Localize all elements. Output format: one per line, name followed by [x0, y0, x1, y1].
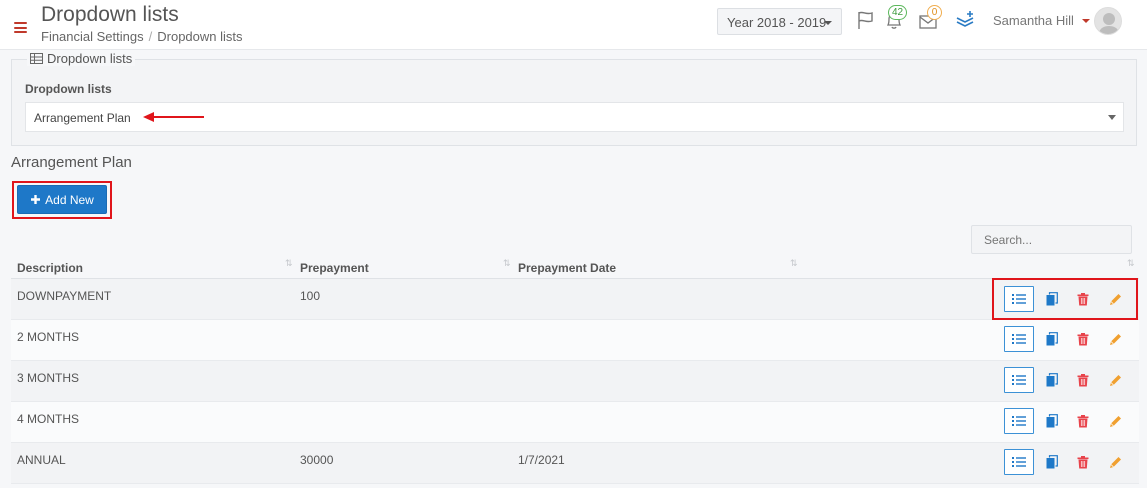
pencil-icon — [1109, 374, 1121, 386]
trash-icon — [1077, 332, 1089, 345]
table-row: 4 MONTHS — [11, 402, 1139, 443]
fieldset-legend: Dropdown lists — [27, 51, 136, 66]
copy-button[interactable] — [1041, 410, 1063, 432]
details-button[interactable] — [1004, 326, 1034, 352]
breadcrumb-separator: / — [148, 29, 153, 44]
page-title: Dropdown lists — [41, 3, 179, 26]
copy-icon — [1046, 414, 1058, 428]
notifications-badge: 42 — [888, 5, 908, 20]
delete-button[interactable] — [1072, 369, 1094, 391]
pencil-icon — [1109, 333, 1121, 345]
copy-button[interactable] — [1041, 328, 1063, 350]
edit-button[interactable] — [1104, 328, 1126, 350]
cell-description: ANNUAL — [17, 453, 66, 467]
user-name[interactable]: Samantha Hill — [993, 13, 1074, 28]
list-icon — [1012, 416, 1026, 426]
year-select[interactable]: Year 2018 - 2019 — [717, 8, 842, 35]
actions-highlight — [992, 278, 1138, 320]
details-button[interactable] — [1004, 367, 1034, 393]
copy-icon — [1046, 332, 1058, 346]
column-description[interactable]: Description — [17, 261, 83, 275]
legend-text: Dropdown lists — [47, 51, 133, 66]
cell-prepayment: 100 — [300, 289, 321, 303]
list-icon — [1012, 375, 1026, 385]
chevron-down-icon — [1108, 115, 1116, 120]
top-header: Dropdown lists Financial Settings / Dropdo… — [0, 0, 1147, 50]
edit-button[interactable] — [1104, 410, 1126, 432]
delete-button[interactable] — [1072, 328, 1094, 350]
avatar[interactable] — [1094, 7, 1122, 35]
copy-button[interactable] — [1041, 369, 1063, 391]
table-row: ANNUAL 30000 1/7/2021 — [11, 443, 1139, 484]
user-caret-icon[interactable] — [1082, 19, 1090, 23]
sort-icon[interactable]: ⇅ — [503, 258, 510, 269]
breadcrumb-financial-settings[interactable]: Financial Settings — [41, 29, 144, 44]
chevron-down-icon — [824, 21, 832, 25]
dropdown-lists-label: Dropdown lists — [25, 82, 112, 96]
add-new-label: Add New — [45, 192, 94, 207]
user-silhouette-icon — [1098, 13, 1120, 34]
pencil-icon — [1109, 456, 1121, 468]
cell-description: 4 MONTHS — [17, 412, 80, 426]
table-row: 3 MONTHS — [11, 361, 1139, 402]
cell-prepayment: 30000 — [300, 453, 334, 467]
dropdown-lists-select-value: Arrangement Plan — [34, 111, 131, 125]
search-input[interactable] — [971, 225, 1132, 254]
breadcrumb-dropdown-lists: Dropdown lists — [157, 29, 243, 44]
list-icon — [1012, 457, 1026, 467]
column-prepayment[interactable]: Prepayment — [300, 261, 369, 275]
cell-description: DOWNPAYMENT — [17, 289, 112, 303]
delete-button[interactable] — [1072, 410, 1094, 432]
edit-button[interactable] — [1104, 369, 1126, 391]
cell-prepayment-date: 1/7/2021 — [518, 453, 565, 467]
trash-icon — [1077, 373, 1089, 386]
sort-icon[interactable]: ⇅ — [790, 258, 797, 269]
cell-description: 2 MONTHS — [17, 330, 80, 344]
table-icon — [30, 53, 43, 64]
breadcrumb: Financial Settings / Dropdown lists — [41, 29, 243, 44]
column-prepayment-date[interactable]: Prepayment Date — [518, 261, 616, 275]
messages-badge: 0 — [927, 5, 942, 20]
table-header: Description ⇅ Prepayment ⇅ Prepayment Da… — [11, 255, 1139, 279]
section-title: Arrangement Plan — [11, 154, 132, 171]
menu-icon[interactable] — [14, 22, 27, 33]
flag-icon[interactable] — [856, 10, 876, 30]
table-row: 2 MONTHS — [11, 320, 1139, 361]
layers-add-icon[interactable] — [955, 10, 975, 30]
list-icon — [1012, 334, 1026, 344]
details-button[interactable] — [1004, 449, 1034, 475]
edit-button[interactable] — [1104, 451, 1126, 473]
copy-icon — [1046, 455, 1058, 469]
year-select-value: Year 2018 - 2019 — [727, 15, 827, 30]
table-row: DOWNPAYMENT 100 — [11, 279, 1139, 320]
trash-icon — [1077, 414, 1089, 427]
sort-icon[interactable]: ⇅ — [285, 258, 292, 269]
details-button[interactable] — [1004, 408, 1034, 434]
copy-button[interactable] — [1041, 451, 1063, 473]
copy-icon — [1046, 373, 1058, 387]
pencil-icon — [1109, 415, 1121, 427]
trash-icon — [1077, 455, 1089, 468]
delete-button[interactable] — [1072, 451, 1094, 473]
add-new-button[interactable]: Add New — [17, 185, 107, 214]
sort-icon[interactable]: ⇅ — [1127, 258, 1134, 269]
cell-description: 3 MONTHS — [17, 371, 80, 385]
annotation-arrow — [143, 112, 204, 122]
plus-icon — [31, 195, 41, 204]
